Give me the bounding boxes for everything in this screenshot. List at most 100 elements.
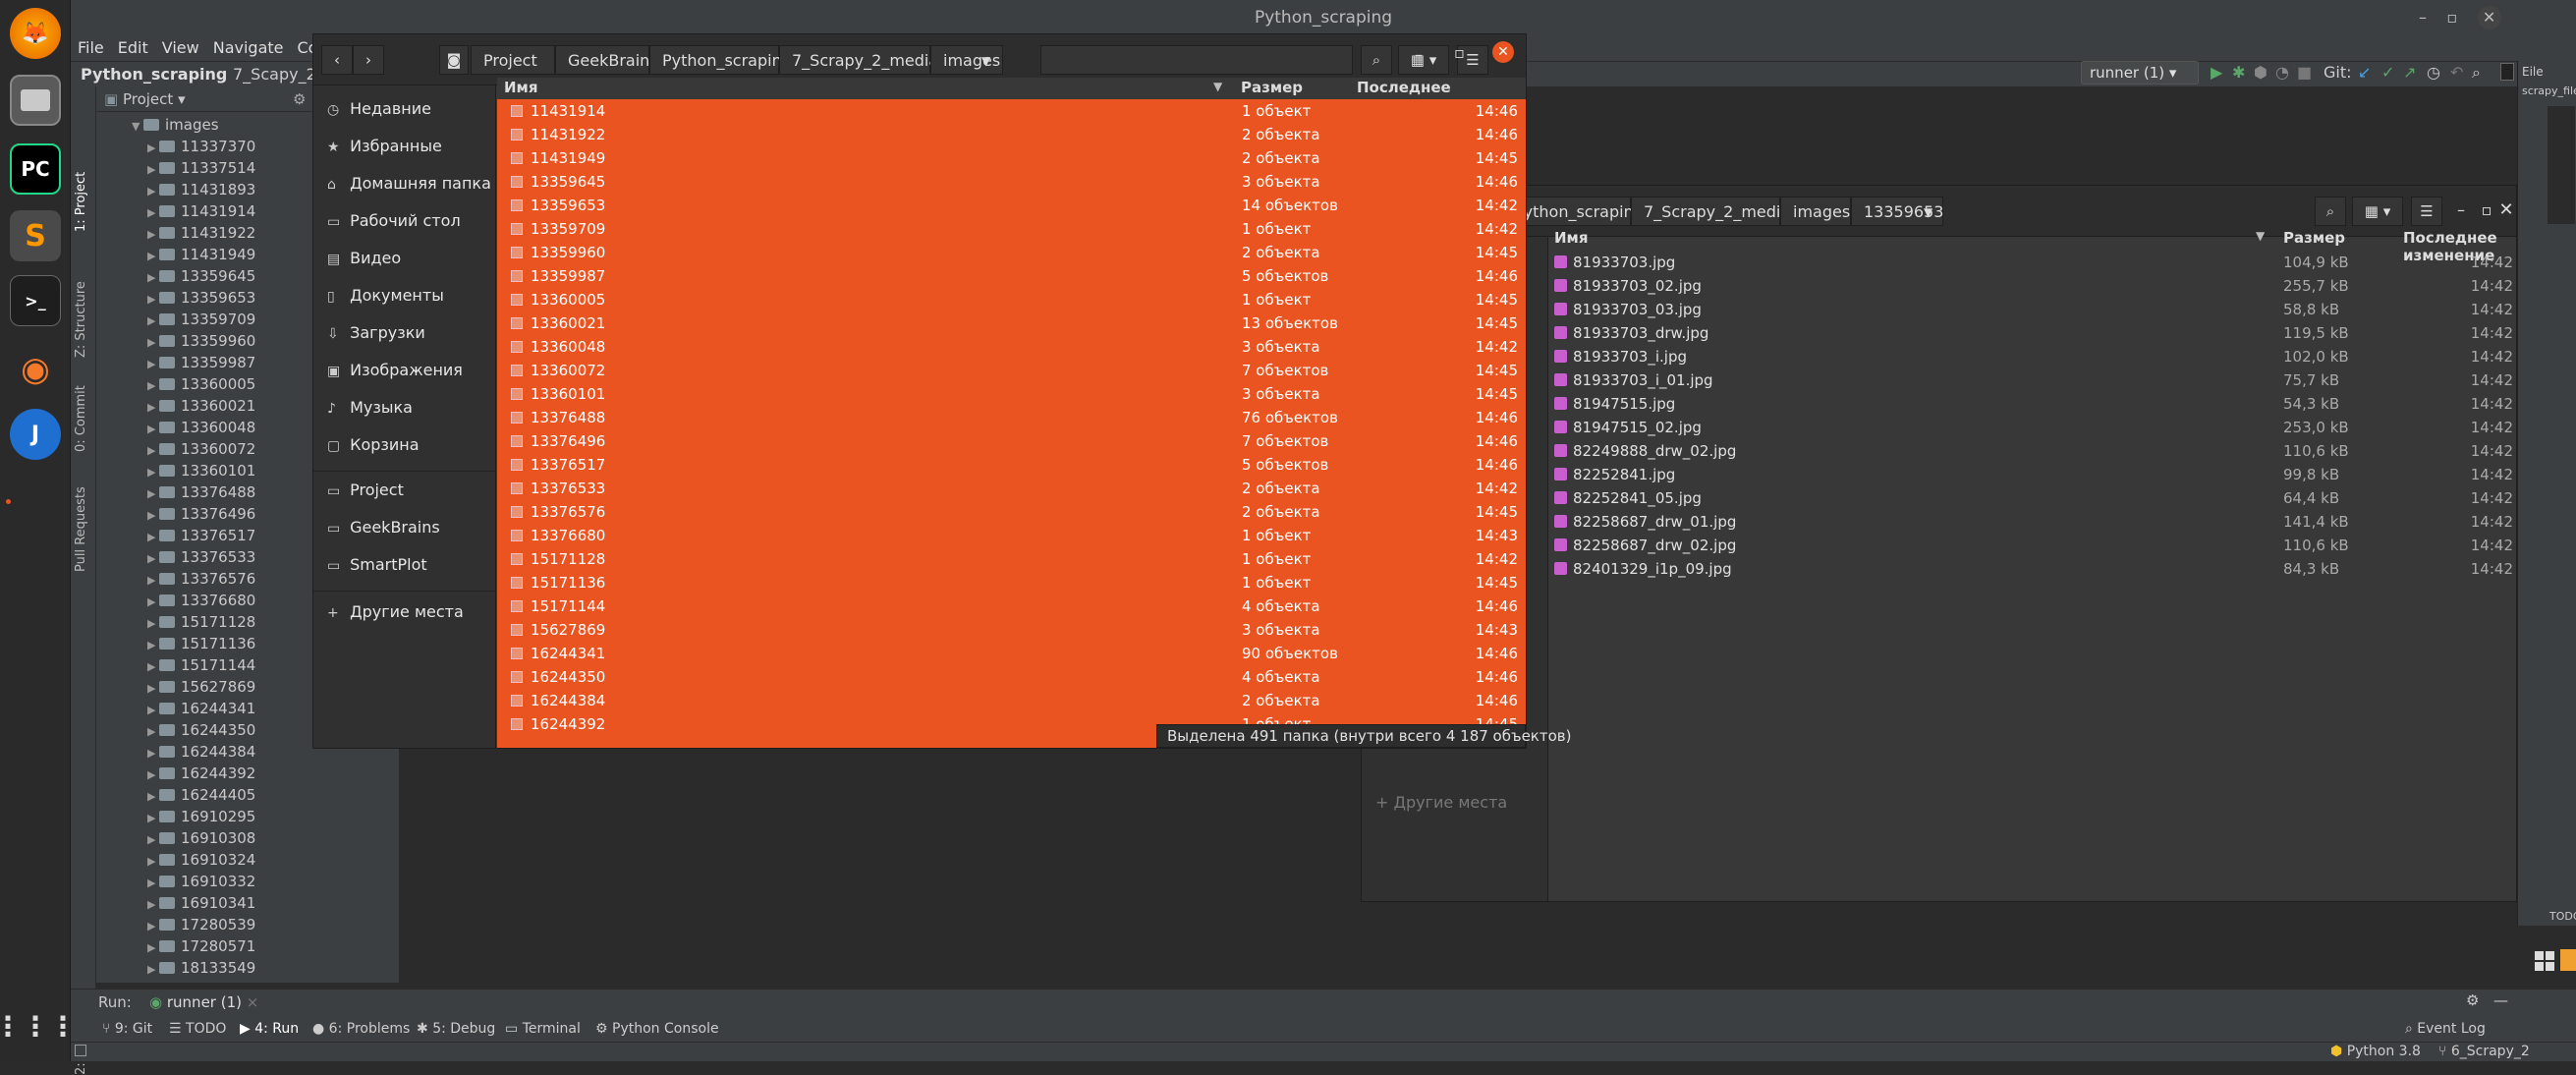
path-dropdown-icon[interactable]: ▼	[981, 54, 990, 68]
sidebar-item-recent[interactable]: ◷ Недавние	[327, 99, 431, 118]
second-ide-menu[interactable]: Eile	[2522, 65, 2544, 79]
file-row[interactable]: 13376517 5 объектов 14:46	[497, 453, 1526, 477]
tree-item[interactable]: ▶ 11337514	[147, 157, 255, 179]
minimize-icon[interactable]: –	[2450, 199, 2472, 221]
python-interpreter[interactable]: ⬢ Python 3.8	[2330, 1044, 2421, 1059]
file-row[interactable]: 13376576 2 объекта 14:45	[497, 500, 1526, 524]
tree-item[interactable]: ▶ 13360005	[147, 373, 255, 395]
menu-view[interactable]: View	[155, 35, 206, 61]
run-config-select[interactable]: runner (1) ▾	[2081, 61, 2199, 85]
tree-item[interactable]: ▶ 18133549	[147, 957, 255, 979]
file-row[interactable]: 13360005 1 объект 14:45	[497, 288, 1526, 311]
tree-item[interactable]: ▶ 15171144	[147, 654, 255, 676]
column-size[interactable]: Размер	[2283, 229, 2345, 247]
tree-item[interactable]: ▶ 16244405	[147, 784, 255, 806]
sidebar-item-other-locations[interactable]: + Другие места	[327, 602, 464, 621]
menu-navigate[interactable]: Navigate	[206, 35, 291, 61]
path-crumb[interactable]: Project	[471, 45, 555, 75]
file-row[interactable]: 81933703_03.jpg 58,8 kB 14:42	[1554, 298, 2517, 321]
tree-item[interactable]: ▶ 11431914	[147, 200, 255, 222]
sublime-icon[interactable]: S	[10, 210, 61, 261]
maximize-icon[interactable]: ▫	[2476, 199, 2497, 221]
path-crumb[interactable]: GeekBrains	[555, 45, 658, 75]
git-push-icon[interactable]: ↗	[2403, 63, 2416, 82]
naut1-close-icon[interactable]: ✕	[1492, 41, 1514, 63]
file-list[interactable]: 11431914 1 объект 14:46 11431922 2 объекта 14…	[497, 99, 1526, 748]
sidebar-item-starred[interactable]: ★ Избранные	[327, 137, 442, 155]
tree-item[interactable]: ▶ 13359653	[147, 287, 255, 309]
sidebar-item-home[interactable]: ⌂ Домашняя папка	[327, 174, 491, 193]
firefox-icon[interactable]: 🦊	[10, 8, 61, 59]
file-row[interactable]: 81933703_drw.jpg 119,5 kB 14:42	[1554, 321, 2517, 345]
joplin-icon[interactable]: J	[10, 409, 61, 460]
terminal-icon[interactable]: >_	[10, 275, 61, 326]
file-row[interactable]: 13376680 1 объект 14:43	[497, 524, 1526, 547]
path-crumb[interactable]: Python_scraping	[649, 45, 792, 75]
tab-problems[interactable]: ● 6: Problems	[312, 1021, 410, 1037]
menu-edit[interactable]: Edit	[111, 35, 155, 61]
stop-icon[interactable]: ■	[2297, 63, 2312, 82]
file-row[interactable]: 13359987 5 объектов 14:46	[497, 264, 1526, 288]
windows-icon[interactable]	[2535, 951, 2554, 971]
sidebar-item-documents[interactable]: ▯ Документы	[327, 286, 444, 305]
sidebar-item-trash[interactable]: ▢ Корзина	[327, 435, 420, 454]
sidebar-item-desktop[interactable]: ▭ Рабочий стол	[327, 211, 461, 230]
tree-item[interactable]: ▶ 13360021	[147, 395, 255, 417]
breadcrumb-project[interactable]: Python_scraping	[81, 65, 227, 84]
file-row[interactable]: 82249888_drw_02.jpg 110,6 kB 14:42	[1554, 439, 2517, 463]
layout-toggle-icon[interactable]	[75, 1045, 86, 1056]
tree-item[interactable]: ▶ 13376576	[147, 568, 255, 590]
file-row[interactable]: 13360101 3 объекта 14:45	[497, 382, 1526, 406]
column-name[interactable]: Имя	[504, 79, 537, 96]
file-row[interactable]: 82252841.jpg 99,8 kB 14:42	[1554, 463, 2517, 486]
file-row[interactable]: 15171144 4 объекта 14:46	[497, 594, 1526, 618]
naut1-minimize-icon[interactable]: –	[1415, 45, 1423, 64]
disk-icon[interactable]: ◙	[439, 45, 469, 75]
git-update-icon[interactable]: ↙	[2358, 63, 2371, 82]
tree-item[interactable]: ▶ 13376533	[147, 546, 255, 568]
menu-icon[interactable]: ☰	[2411, 197, 2442, 226]
tree-item[interactable]: ▶ 13359960	[147, 330, 255, 352]
tree-item[interactable]: ▶ 11431893	[147, 179, 255, 200]
history-icon[interactable]: ◷	[2427, 63, 2440, 82]
file-row[interactable]: 13376496 7 объектов 14:46	[497, 429, 1526, 453]
tree-item[interactable]: ▶ 17280539	[147, 914, 255, 935]
tree-item[interactable]: ▶ 16910295	[147, 806, 255, 827]
naut1-maximize-icon[interactable]: ▫	[1454, 43, 1465, 62]
view-toggle-button[interactable]: ▦ ▾	[2352, 197, 2403, 226]
tree-item[interactable]: ▶ 16910308	[147, 827, 255, 849]
apps-grid-icon[interactable]: ⋮⋮⋮	[0, 1000, 77, 1051]
tree-item[interactable]: ▶ 13359709	[147, 309, 255, 330]
file-row[interactable]: 82258687_drw_02.jpg 110,6 kB 14:42	[1554, 534, 2517, 557]
file-row[interactable]: 15171128 1 объект 14:42	[497, 547, 1526, 571]
column-name[interactable]: Имя	[1554, 229, 1588, 247]
path-dropdown-icon[interactable]: ▼	[1924, 205, 1932, 219]
close-icon[interactable]: ✕	[2495, 199, 2517, 221]
tree-item[interactable]: ▶ 13376680	[147, 590, 255, 611]
second-ide-todo[interactable]: TODO	[2549, 910, 2576, 923]
file-row[interactable]: 82401329_i1p_09.jpg 84,3 kB 14:42	[1554, 557, 2517, 581]
git-commit-icon[interactable]: ✓	[2381, 63, 2394, 82]
back-button[interactable]: ‹	[321, 45, 353, 75]
minimize-icon[interactable]: —	[2493, 991, 2508, 1009]
window-controls[interactable]: – ▫ ✕	[2419, 6, 2501, 29]
path-crumb[interactable]: images	[1780, 197, 1851, 226]
sidebar-item-videos[interactable]: ▤ Видео	[327, 249, 401, 267]
file-row[interactable]: 82252841_05.jpg 64,4 kB 14:42	[1554, 486, 2517, 510]
search-icon[interactable]: ⌕	[1361, 45, 1392, 75]
forward-button[interactable]: ›	[353, 45, 384, 75]
tab-structure[interactable]: Z: Structure	[74, 281, 88, 358]
file-row[interactable]: 11431914 1 объект 14:46	[497, 99, 1526, 123]
path-crumb[interactable]: 7_Scrapy_2_media	[1631, 197, 1790, 226]
tree-item[interactable]: ▶ 13360048	[147, 417, 255, 438]
run-settings-icon[interactable]: ⚙	[2466, 991, 2479, 1009]
tab-project[interactable]: 1: Project	[74, 172, 88, 232]
tree-item[interactable]: ▶ 16244392	[147, 763, 255, 784]
tree-item[interactable]: ▶ 16910332	[147, 871, 255, 892]
project-structure-icon[interactable]	[2500, 63, 2514, 81]
tree-item[interactable]: ▶ 16244341	[147, 698, 255, 719]
menu-file[interactable]: File	[71, 35, 111, 61]
search-icon[interactable]: ⌕	[2472, 63, 2481, 83]
file-row[interactable]: 81933703_i.jpg 102,0 kB 14:42	[1554, 345, 2517, 368]
tree-item[interactable]: ▶ 15171136	[147, 633, 255, 654]
